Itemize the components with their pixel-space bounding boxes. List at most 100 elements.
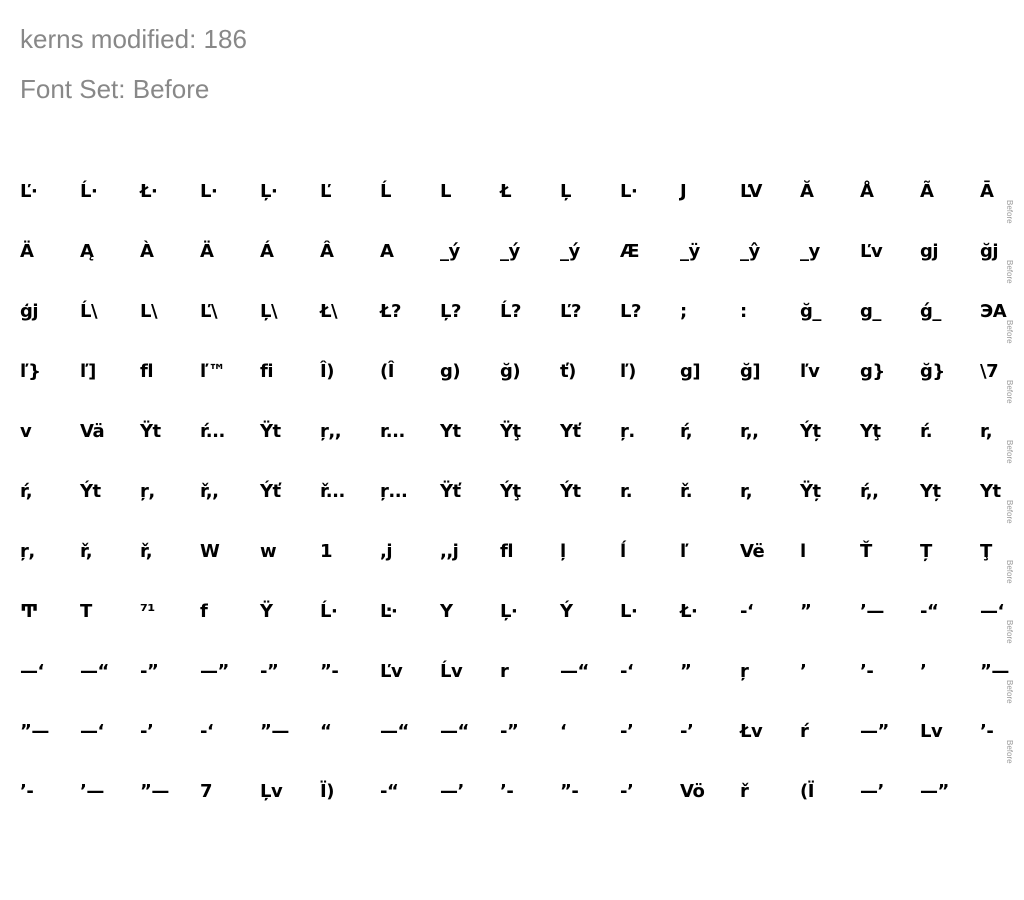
- kern-pair: Ł\: [320, 301, 338, 322]
- kern-pair: ”—: [140, 781, 169, 802]
- kern-pair: ľv: [800, 361, 820, 382]
- kern-pair: ŕ,,: [860, 481, 879, 502]
- kern-pair: ř...: [320, 481, 345, 502]
- kern-pair: —“: [440, 721, 469, 742]
- kern-pair: Ļ: [560, 181, 571, 202]
- kern-pair: -’: [620, 721, 634, 742]
- kern-pair: Ł: [500, 181, 512, 202]
- kern-pair: Ï): [320, 781, 334, 802]
- kern-pair: ’: [800, 661, 807, 682]
- kern-pair: fl: [140, 361, 154, 382]
- kern-pair: Ĺ: [380, 181, 391, 202]
- kern-pair: —”: [920, 781, 949, 802]
- kern-row: ŗ, ř, ř, Ww 1 ,j ,,j fl ļ ĺ ľ Vë l Ť Ț Ţ Before: [0, 532, 1024, 584]
- kern-pair: Lv: [920, 721, 943, 742]
- kern-pair: L?: [620, 301, 641, 322]
- kern-pair: Ͳ: [20, 601, 38, 622]
- kern-pair: Ÿț: [800, 481, 821, 502]
- kern-pair: ĽV: [740, 181, 762, 202]
- kern-pair: f: [200, 601, 208, 622]
- kern-pair: r,: [740, 481, 753, 502]
- kern-pair: ř,,: [200, 481, 219, 502]
- kern-pair: -’: [680, 721, 694, 742]
- kern-pair: ģj: [20, 301, 39, 322]
- kern-pair: Ĺ·: [80, 181, 98, 202]
- kern-pair: ğ): [500, 361, 521, 382]
- kern-pair: Ÿţ: [500, 421, 521, 442]
- kern-pair: _ý: [560, 241, 580, 262]
- kern-pair: Ļ?: [440, 301, 461, 322]
- kern-pair: _ý: [440, 241, 460, 262]
- kern-pair: Ļv: [260, 781, 283, 802]
- kern-pair: ǵ_: [920, 301, 941, 322]
- kern-pair: Yt: [980, 481, 1001, 502]
- kern-pair: Ł·: [680, 601, 698, 622]
- kern-pair: _y: [800, 241, 820, 262]
- kern-pair: Ĺ·: [320, 601, 338, 622]
- kern-pair: (Î: [380, 361, 394, 382]
- kern-pair: “: [320, 721, 332, 742]
- kern-pair: -“: [380, 781, 399, 802]
- kern-pair: Ţ: [980, 541, 992, 562]
- kern-pair: Ľ?: [560, 301, 581, 322]
- kern-pair: ⁷¹: [140, 601, 155, 622]
- kern-pair: ğ_: [800, 301, 821, 322]
- kern-pair: Ą: [80, 241, 94, 262]
- kern-pair: ŗ,,: [320, 421, 342, 442]
- kern-pair: Yţ: [860, 421, 881, 442]
- kern-pair: (Ï: [800, 781, 814, 802]
- row-font-set-tag: Before: [1005, 200, 1014, 224]
- kern-row: ’- ’— ”— 7 Ļv Ï) -“ —’ ’- ”- -’ Vö ř (Ï —’ —”: [0, 772, 1024, 812]
- kern-pair: ŕ...: [200, 421, 225, 442]
- kern-pair: Ă: [800, 181, 814, 202]
- kern-pair: Ť: [860, 541, 872, 562]
- kern-pair: Ÿt: [260, 421, 281, 442]
- kern-pair: r.: [620, 481, 633, 502]
- kern-pair: —”: [860, 721, 889, 742]
- kern-pair: 1: [320, 541, 333, 562]
- kern-pair: A: [380, 241, 394, 262]
- kern-pair: Yť: [560, 421, 581, 442]
- row-font-set-tag: Before: [1005, 560, 1014, 584]
- kern-pair: Vö: [680, 781, 705, 802]
- kern-row: —‘ —“ -” —” -” ”- Ľv Ĺv r —“ -‘” ŗ’ ’-’ ”— Before: [0, 652, 1024, 704]
- kerning-sample-grid: Ľ· Ĺ· Ł· L· Ļ· Ľ Ĺ L Ł Ļ L· J ĽV Ă Å Ã Ā Before Ä Ą À Ä Á Â A _ý _…: [0, 0, 1024, 900]
- kern-pair: L·: [620, 181, 638, 202]
- kern-pair: ŗ...: [380, 481, 408, 502]
- kern-pair: ľ}: [20, 361, 41, 382]
- kern-pair: L\: [140, 301, 158, 322]
- kern-pair: 7: [200, 781, 213, 802]
- kern-pair: Ľv: [860, 241, 883, 262]
- kern-pair: ’-: [500, 781, 514, 802]
- kern-pair: Ýţ: [500, 481, 521, 502]
- kern-pair: L: [440, 181, 451, 202]
- kern-pair: Ä: [20, 241, 34, 262]
- kern-pair: Ļ·: [500, 601, 518, 622]
- kern-pair: \7: [980, 361, 999, 382]
- row-font-set-tag: Before: [1005, 740, 1014, 764]
- kern-pair: ”—: [20, 721, 49, 742]
- kern-pair: r...: [380, 421, 405, 442]
- kern-row: ”— —‘ -’ -‘ ”— “ —“ —“ -” ‘ -’ -’ Łv ŕ —” Lv ’- Before: [0, 712, 1024, 764]
- kern-pair: À: [140, 241, 154, 262]
- kern-pair: L·: [620, 601, 638, 622]
- kern-pair: ’—: [80, 781, 104, 802]
- kern-pair: ŗ,: [20, 541, 35, 562]
- kern-pair: Ŀ·: [380, 601, 398, 622]
- kern-pair: Ā: [980, 181, 994, 202]
- kern-row: ģj Ĺ\ L\ Ľ\ Ļ\ Ł\ Ł? Ļ? Ĺ? Ľ? L?;: ğ_ g_ ǵ_ ЭA Before: [0, 292, 1024, 344]
- kern-pair: -‘: [620, 661, 634, 682]
- kern-pair: —”: [200, 661, 229, 682]
- kern-pair: Ț: [920, 541, 932, 562]
- kern-pair: ğ]: [740, 361, 761, 382]
- kern-pair: ,,j: [440, 541, 459, 562]
- row-font-set-tag: Before: [1005, 380, 1014, 404]
- kern-pair: Łv: [740, 721, 763, 742]
- kern-pair: Ÿť: [440, 481, 461, 502]
- kern-pair: Ľv: [380, 661, 403, 682]
- kern-row: Ͳ T ⁷¹ f Ÿ Ĺ· Ŀ· Y Ļ· Ý L· Ł· -‘ ” ’— -“ —‘ Before: [0, 592, 1024, 644]
- kern-pair: r,: [980, 421, 993, 442]
- kern-pair: -‘: [200, 721, 214, 742]
- kern-pair: —“: [80, 661, 109, 682]
- kern-pair: Ĺ?: [500, 301, 521, 322]
